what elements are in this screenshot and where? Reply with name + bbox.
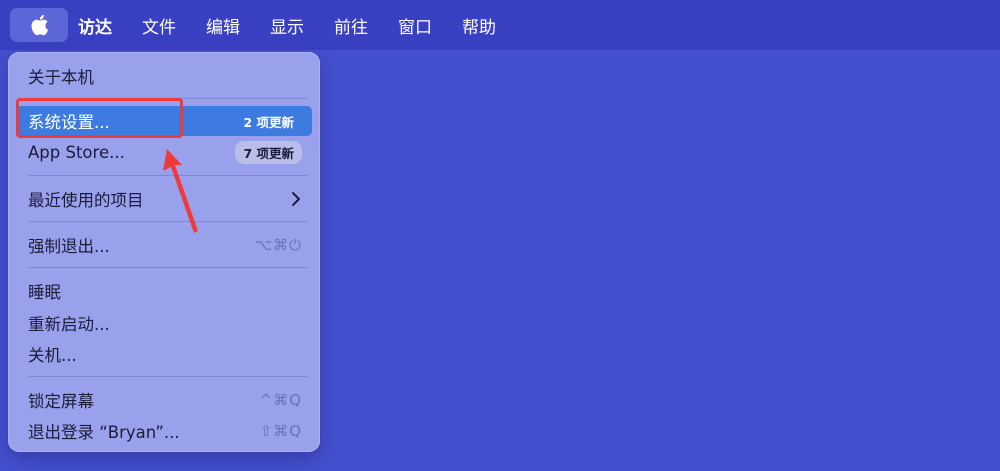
menubar-item-go[interactable]: 前往: [334, 13, 398, 38]
menubar-item-window[interactable]: 窗口: [398, 13, 462, 38]
menu-item-lock-screen[interactable]: 锁定屏幕 ^⌘Q: [16, 385, 312, 415]
menu-item-label: 关机...: [28, 346, 77, 365]
annotation-highlight-box: [16, 98, 183, 138]
menu-item-sleep[interactable]: 睡眠: [16, 276, 312, 306]
keyboard-shortcut: ^⌘Q: [259, 391, 302, 409]
menu-item-label: 关于本机: [28, 68, 94, 87]
apple-menu-button[interactable]: [10, 8, 68, 42]
keyboard-shortcut: ⇧⌘Q: [259, 422, 302, 440]
annotation-arrow-icon: [163, 149, 198, 233]
menu-separator: [28, 267, 308, 268]
update-count-badge: 7 项更新: [235, 140, 302, 164]
menubar-item-view[interactable]: 显示: [270, 13, 334, 38]
menu-item-label: 退出登录 “Bryan”...: [28, 423, 180, 442]
menu-bar: 访达 文件 编辑 显示 前往 窗口 帮助: [0, 0, 1000, 50]
menu-separator: [28, 376, 308, 377]
menu-item-label: 强制退出...: [28, 237, 110, 256]
menubar-item-edit[interactable]: 编辑: [206, 13, 270, 38]
keyboard-shortcut: ⌥⌘⏻: [254, 236, 302, 254]
menu-item-shutdown[interactable]: 关机...: [16, 339, 312, 369]
menu-item-label: 重新启动...: [28, 315, 110, 334]
menu-item-label: 最近使用的项目: [28, 191, 144, 210]
apple-logo-icon: [31, 14, 49, 36]
menu-item-restart[interactable]: 重新启动...: [16, 308, 312, 338]
menu-item-about-this-mac[interactable]: 关于本机: [16, 61, 312, 91]
chevron-right-icon: [292, 192, 300, 206]
menu-item-log-out[interactable]: 退出登录 “Bryan”... ⇧⌘Q: [16, 416, 312, 446]
menubar-item-file[interactable]: 文件: [142, 13, 206, 38]
menu-item-label: App Store...: [28, 142, 125, 162]
menu-item-label: 睡眠: [28, 283, 61, 302]
menubar-item-finder[interactable]: 访达: [78, 13, 142, 38]
update-count-badge: 2 项更新: [243, 114, 294, 130]
menu-item-label: 锁定屏幕: [28, 392, 94, 411]
menubar-item-help[interactable]: 帮助: [462, 13, 526, 38]
